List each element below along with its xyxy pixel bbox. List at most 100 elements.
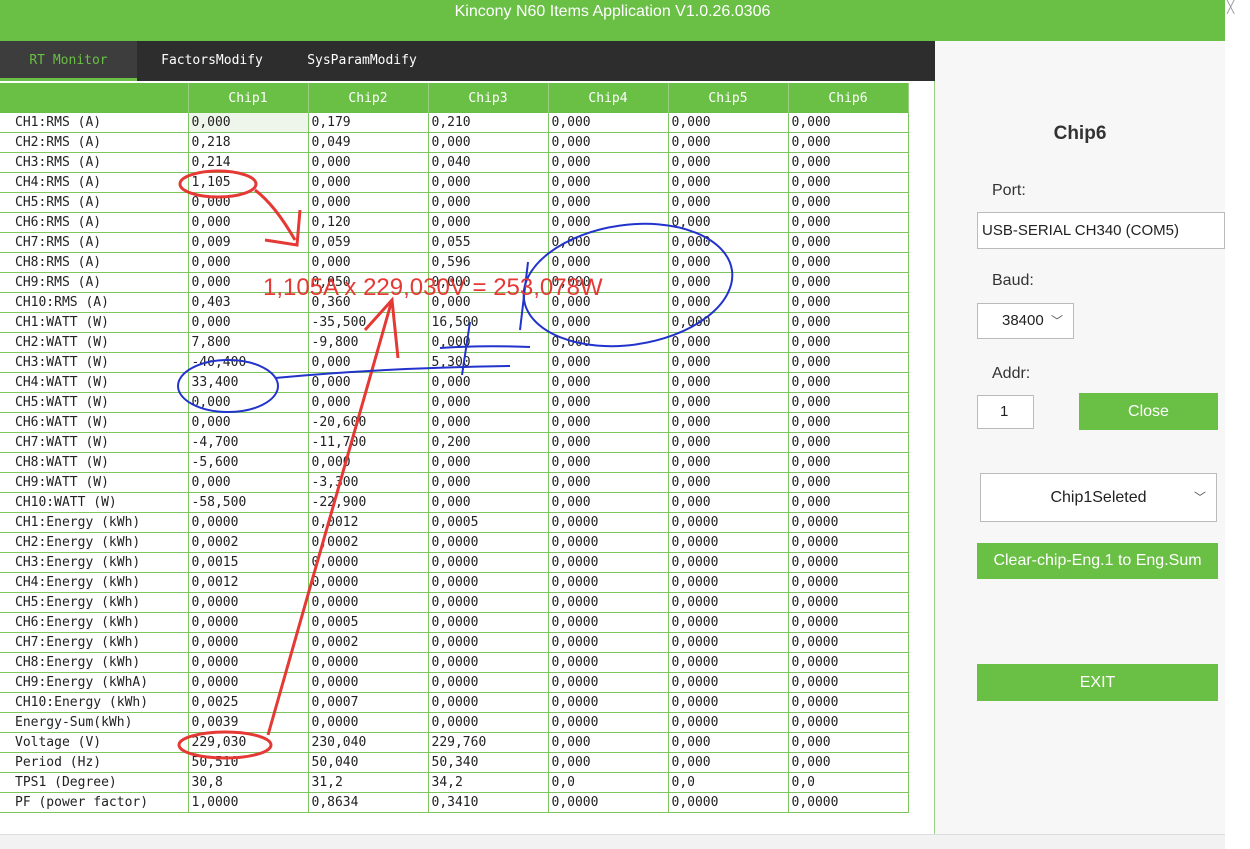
grid-cell[interactable]: 229,030 [188,732,309,753]
grid-cell[interactable]: 0,0005 [308,612,429,633]
grid-cell[interactable]: 5,300 [428,352,549,373]
table-row[interactable]: CH9:RMS (A) 0,000 0,050 0,000 0,000 0,000 0,00… [0,272,909,293]
data-grid-container[interactable]: Chip1 Chip2 Chip3 Chip4 Chip5 Chip6 CH1:RMS (… [0,83,935,834]
grid-cell[interactable]: 0,214 [188,152,309,173]
grid-cell[interactable]: 0,0000 [428,692,549,713]
grid-cell[interactable]: 0,0015 [188,552,309,573]
grid-cell[interactable]: 0,000 [668,113,789,133]
column-header-chip2[interactable]: Chip2 [308,83,429,113]
grid-cell[interactable]: 0,0000 [668,572,789,593]
grid-cell[interactable]: 0,0000 [548,552,669,573]
grid-cell[interactable]: 0,000 [668,332,789,353]
table-row[interactable]: CH7:RMS (A) 0,009 0,059 0,055 0,000 0,000 0,00… [0,232,909,253]
grid-cell[interactable]: 0,0000 [308,552,429,573]
grid-cell[interactable]: 0,000 [428,192,549,213]
grid-cell[interactable]: 0,000 [668,492,789,513]
table-row[interactable]: CH3:Energy (kWh) 0,0015 0,0000 0,0000 0,0000… [0,552,909,573]
table-row[interactable]: CH2:Energy (kWh) 0,0002 0,0002 0,0000 0,0000… [0,532,909,553]
grid-cell[interactable]: 0,0000 [548,712,669,733]
grid-cell[interactable]: 0,0000 [788,712,909,733]
grid-cell[interactable]: 0,000 [308,372,429,393]
table-row[interactable]: CH2:RMS (A) 0,218 0,049 0,000 0,000 0,000 0,00… [0,132,909,153]
grid-cell[interactable]: 0,3410 [428,792,549,813]
grid-cell[interactable]: 0,0005 [428,512,549,533]
grid-cell[interactable]: 0,000 [428,332,549,353]
table-row[interactable]: CH3:WATT (W) -40,400 0,000 5,300 0,000 0,000 0… [0,352,909,373]
column-header-chip3[interactable]: Chip3 [428,83,549,113]
grid-cell[interactable]: -20,600 [308,412,429,433]
grid-cell[interactable]: 0,0000 [668,532,789,553]
grid-cell[interactable]: 0,000 [668,392,789,413]
table-row[interactable]: CH6:Energy (kWh) 0,0000 0,0005 0,0000 0,0000… [0,612,909,633]
grid-cell[interactable]: 0,000 [548,372,669,393]
grid-cell[interactable]: -5,600 [188,452,309,473]
grid-cell[interactable]: 0,000 [788,352,909,373]
grid-cell[interactable]: 0,0000 [428,592,549,613]
grid-cell[interactable]: 0,0000 [428,672,549,693]
table-row[interactable]: CH8:RMS (A) 0,000 0,000 0,596 0,000 0,000 0,00… [0,252,909,273]
grid-cell[interactable]: 0,000 [428,212,549,233]
grid-cell[interactable]: 0,0000 [788,572,909,593]
grid-cell[interactable]: 0,0000 [668,652,789,673]
grid-cell[interactable]: 0,0000 [188,652,309,673]
grid-cell[interactable]: 0,000 [788,312,909,333]
grid-cell[interactable]: 0,0000 [668,792,789,813]
grid-cell[interactable]: 0,0000 [668,512,789,533]
grid-cell[interactable]: 0,0000 [788,692,909,713]
grid-cell[interactable]: 0,000 [548,172,669,193]
grid-cell[interactable]: 0,0000 [548,692,669,713]
grid-cell[interactable]: 0,000 [548,252,669,273]
grid-cell[interactable]: 0,000 [788,492,909,513]
grid-cell[interactable]: 0,000 [788,113,909,133]
grid-cell[interactable]: 0,0 [668,772,789,793]
grid-cell[interactable]: 0,000 [788,272,909,293]
grid-cell[interactable]: 0,000 [548,312,669,333]
grid-cell[interactable]: 0,000 [308,192,429,213]
grid-cell[interactable]: -40,400 [188,352,309,373]
grid-cell[interactable]: 0,179 [308,113,429,133]
grid-cell[interactable]: 0,8634 [308,792,429,813]
grid-cell[interactable]: 0,200 [428,432,549,453]
grid-cell[interactable]: 0,000 [428,372,549,393]
grid-cell[interactable]: 0,0000 [788,532,909,553]
table-row[interactable]: CH9:WATT (W) 0,000 -3,300 0,000 0,000 0,000 0,… [0,472,909,493]
grid-cell[interactable]: 0,0000 [548,632,669,653]
grid-cell[interactable]: 0,055 [428,232,549,253]
grid-cell[interactable]: -4,700 [188,432,309,453]
grid-cell[interactable]: 0,0002 [308,632,429,653]
table-row[interactable]: CH10:WATT (W) -58,500 -22,900 0,000 0,000 0,0… [0,492,909,513]
grid-cell[interactable]: 0,000 [188,312,309,333]
grid-cell[interactable]: 0,000 [548,132,669,153]
table-row[interactable]: Energy-Sum(kWh) 0,0039 0,0000 0,0000 0,0000 0… [0,712,909,733]
table-row[interactable]: CH4:RMS (A) 1,105 0,000 0,000 0,000 0,000 0,00… [0,172,909,193]
grid-cell[interactable]: 0,000 [548,452,669,473]
grid-cell[interactable]: 0,000 [668,232,789,253]
table-row[interactable]: CH9:Energy (kWhA) 0,0000 0,0000 0,0000 0,000… [0,672,909,693]
grid-cell[interactable]: 0,000 [668,412,789,433]
grid-cell[interactable]: 0,000 [668,452,789,473]
column-header-chip6[interactable]: Chip6 [788,83,909,113]
grid-cell[interactable]: 0,0002 [308,532,429,553]
grid-cell[interactable]: 0,000 [308,352,429,373]
grid-cell[interactable]: 0,0000 [548,512,669,533]
grid-cell[interactable]: 0,0000 [548,792,669,813]
grid-cell[interactable]: 0,000 [548,292,669,313]
table-row[interactable]: Voltage (V) 229,030 230,040 229,760 0,000 0,0… [0,732,909,753]
table-row[interactable]: CH2:WATT (W) 7,800 -9,800 0,000 0,000 0,000 0,… [0,332,909,353]
grid-cell[interactable]: 0,000 [428,452,549,473]
grid-cell[interactable]: 0,000 [188,192,309,213]
grid-cell[interactable]: 0,000 [788,292,909,313]
grid-cell[interactable]: 0,000 [308,452,429,473]
grid-cell[interactable]: 0,0000 [548,652,669,673]
grid-cell[interactable]: 0,000 [548,432,669,453]
grid-cell[interactable]: 0,000 [668,152,789,173]
grid-cell[interactable]: 0,000 [188,472,309,493]
grid-cell[interactable]: 0,000 [668,752,789,773]
grid-cell[interactable]: 0,000 [428,472,549,493]
grid-cell[interactable]: 0,0000 [188,672,309,693]
grid-cell[interactable]: 0,000 [548,212,669,233]
grid-cell[interactable]: 0,000 [788,452,909,473]
grid-cell[interactable]: 0,000 [308,172,429,193]
grid-cell[interactable]: 0,0002 [188,532,309,553]
table-row[interactable]: CH3:RMS (A) 0,214 0,000 0,040 0,000 0,000 0,00… [0,152,909,173]
